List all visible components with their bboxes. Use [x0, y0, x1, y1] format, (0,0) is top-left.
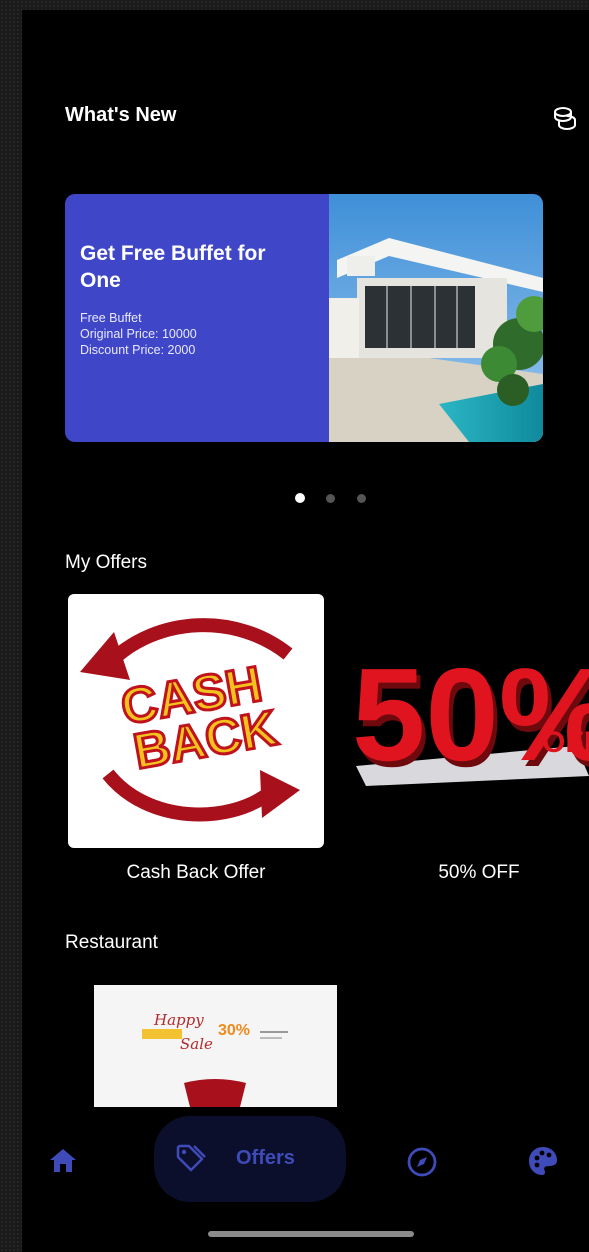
fifty-off-graphic: 50% 50% OFF	[352, 641, 589, 786]
promo-badge-text: 30%	[218, 1022, 250, 1039]
tag-icon	[176, 1144, 206, 1172]
villa-pool-photo	[329, 194, 543, 442]
bottom-nav: Offers	[22, 1110, 589, 1210]
offer-label: 50% OFF	[438, 862, 520, 883]
fifty-off-offer-card[interactable]: 50% 50% OFF	[346, 626, 589, 786]
off-graphic-text: OFF	[542, 726, 589, 759]
app-screen: What's New Get Free Buffet for One Free …	[22, 10, 589, 1252]
restaurant-title: Restaurant	[65, 932, 158, 953]
coins-icon[interactable]	[550, 105, 580, 131]
banner-line: Original Price: 10000	[80, 327, 197, 341]
cash-back-offer-card[interactable]: CASH BACK	[68, 594, 324, 848]
page-title: What's New	[65, 104, 177, 126]
banner-text: Get Free Buffet for One Free Buffet Orig…	[80, 240, 310, 358]
offers-tab-active[interactable]: Offers	[154, 1116, 346, 1202]
carousel-dot-active[interactable]	[295, 493, 305, 503]
home-indicator[interactable]	[208, 1231, 414, 1237]
banner-title: Get Free Buffet for One	[80, 242, 266, 292]
banner-line: Free Buffet	[80, 311, 142, 325]
banner-line: Discount Price: 2000	[80, 343, 196, 357]
restaurant-promo-graphic: Happy Sale 30%	[94, 985, 337, 1107]
fifty-percent-text: 50%	[352, 641, 589, 786]
my-offers-title: My Offers	[65, 552, 147, 573]
cash-back-graphic: CASH BACK	[80, 618, 300, 822]
carousel-dot[interactable]	[357, 494, 366, 503]
palette-icon[interactable]	[526, 1144, 560, 1178]
offer-label: Cash Back Offer	[126, 862, 266, 883]
promo-banner[interactable]: Get Free Buffet for One Free Buffet Orig…	[65, 194, 543, 442]
compass-icon[interactable]	[406, 1146, 438, 1178]
promo-sale-text: Sale	[180, 1035, 213, 1053]
offers-tab-label: Offers	[236, 1147, 295, 1169]
banner-description: Free Buffet Original Price: 10000 Discou…	[80, 310, 310, 358]
carousel-dot[interactable]	[326, 494, 335, 503]
home-icon[interactable]	[48, 1146, 78, 1174]
promo-happy-text: Happy	[153, 1011, 204, 1029]
restaurant-card[interactable]: Happy Sale 30%	[94, 985, 337, 1107]
